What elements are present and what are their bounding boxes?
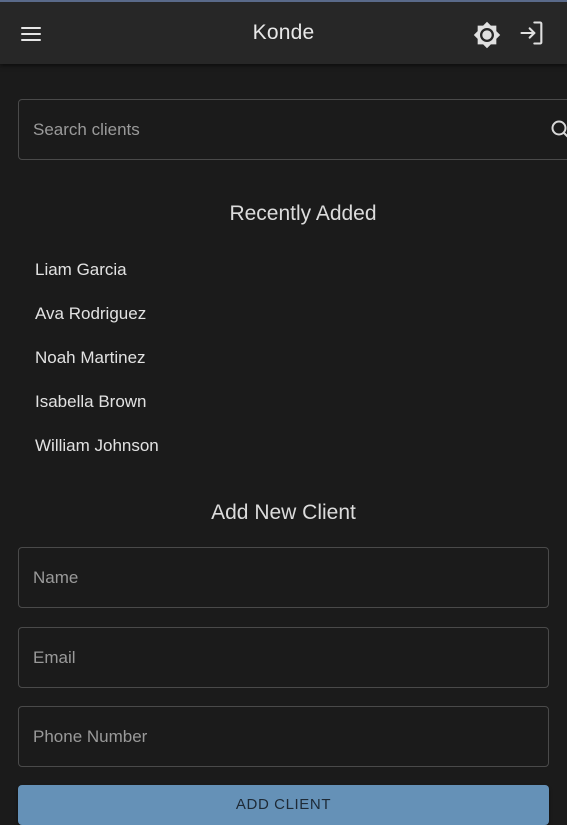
login-icon	[520, 21, 543, 45]
list-item[interactable]: Liam Garcia	[35, 260, 159, 304]
name-input[interactable]	[33, 566, 533, 590]
phone-field[interactable]	[18, 706, 549, 767]
search-field[interactable]	[18, 99, 567, 160]
list-item[interactable]: Isabella Brown	[35, 392, 159, 436]
email-input[interactable]	[33, 646, 533, 670]
name-field[interactable]	[18, 547, 549, 608]
add-client-heading: Add New Client	[211, 501, 356, 524]
list-item[interactable]: Noah Martinez	[35, 348, 159, 392]
recent-clients-list: Liam Garcia Ava Rodriguez Noah Martinez …	[35, 260, 159, 480]
search-icon[interactable]	[549, 118, 567, 142]
top-app-bar: Konde	[0, 0, 567, 64]
login-button[interactable]	[518, 19, 546, 47]
add-client-button[interactable]: ADD CLIENT	[18, 785, 549, 825]
phone-input[interactable]	[33, 725, 533, 749]
list-item[interactable]: William Johnson	[35, 436, 159, 480]
list-item[interactable]: Ava Rodriguez	[35, 304, 159, 348]
email-field[interactable]	[18, 627, 549, 688]
search-input[interactable]	[33, 118, 513, 142]
recently-added-heading: Recently Added	[229, 202, 377, 225]
brightness-icon	[473, 21, 501, 49]
theme-toggle-button[interactable]	[473, 21, 501, 49]
